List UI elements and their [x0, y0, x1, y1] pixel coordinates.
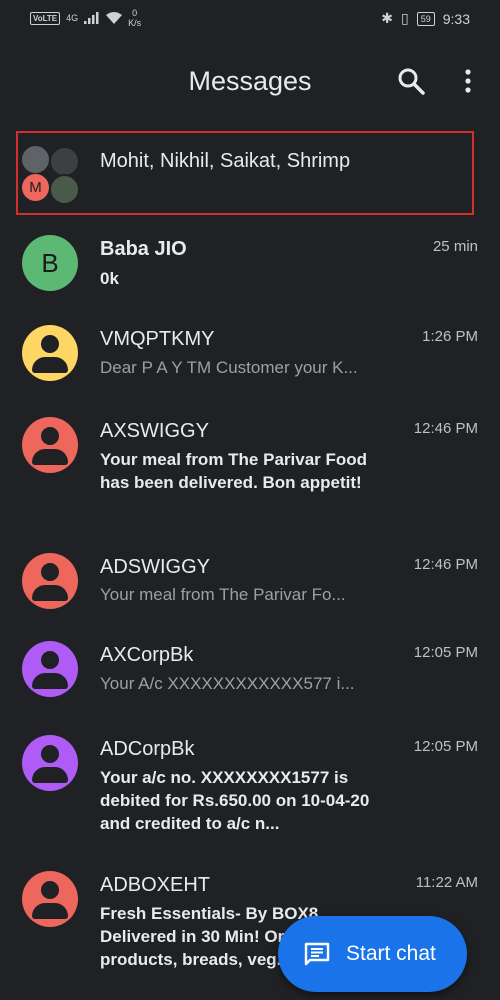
conversation-name: AXCorpBk: [100, 644, 194, 666]
more-vert-icon[interactable]: [458, 66, 478, 96]
person-icon: [41, 651, 59, 669]
status-bar: VoLTE 4G 0 K/s ✱ ▯ 59 9:33: [0, 0, 500, 40]
avatar: [22, 417, 78, 473]
start-chat-button[interactable]: Start chat: [278, 916, 467, 992]
conversation-item[interactable]: B Baba JIO 25 min 0k: [0, 230, 500, 310]
conversation-time: 12:05 PM: [413, 738, 478, 755]
conversation-time: 12:05 PM: [413, 644, 478, 661]
conversation-name: ADBOXEHT: [100, 874, 211, 896]
avatar: [22, 146, 49, 173]
conversation-snippet: Your A/c XXXXXXXXXXXX577 i...: [100, 674, 355, 693]
conversation-snippet: Your meal from The Parivar Fo...: [100, 585, 346, 604]
avatar: [22, 735, 78, 791]
conversation-item[interactable]: AXCorpBk 12:05 PM Your A/c XXXXXXXXXXXX5…: [0, 636, 500, 716]
conversation-time: 1:26 PM: [422, 328, 478, 345]
avatar: [22, 325, 78, 381]
bluetooth-icon: ✱: [381, 10, 394, 26]
conversation-name: ADCorpBk: [100, 738, 195, 760]
conversation-snippet: Your a/c no. XXXXXXXX1577 is debited for…: [100, 768, 370, 833]
app-bar: Messages: [0, 40, 500, 120]
start-chat-label: Start chat: [346, 942, 436, 965]
signal-icon: [84, 12, 99, 24]
network-type: 4G: [66, 13, 79, 23]
conversation-item[interactable]: AXSWIGGY 12:46 PM Your meal from The Par…: [0, 412, 500, 532]
conversation-time: 12:46 PM: [413, 556, 478, 573]
conversation-time: 12:46 PM: [413, 420, 478, 437]
person-icon: [41, 335, 59, 353]
person-icon: [41, 427, 59, 445]
conversation-item[interactable]: ADSWIGGY 12:46 PM Your meal from The Par…: [0, 548, 500, 628]
conversation-time: 11:22 AM: [415, 874, 478, 891]
avatar: [22, 553, 78, 609]
person-icon: [41, 745, 59, 763]
group-avatar: M: [22, 146, 80, 205]
conversation-snippet: 0k: [100, 269, 119, 288]
conversation-item[interactable]: ADCorpBk 12:05 PM Your a/c no. XXXXXXXX1…: [0, 730, 500, 850]
conversation-name: ADSWIGGY: [100, 556, 211, 578]
conversation-item[interactable]: M Mohit, Nikhil, Saikat, Shrimp: [0, 135, 500, 215]
network-speed: 0 K/s: [128, 8, 142, 28]
message-icon: [304, 942, 330, 966]
conversation-item[interactable]: VMQPTKMY 1:26 PM Dear P A Y TM Customer …: [0, 320, 500, 400]
conversation-name: Baba JIO: [100, 238, 187, 260]
person-icon: [41, 881, 59, 899]
conversation-time: 25 min: [432, 238, 478, 255]
avatar: B: [22, 235, 78, 291]
volte-indicator: VoLTE: [30, 11, 61, 25]
avatar: M: [22, 174, 49, 201]
clock: 9:33: [442, 10, 470, 27]
avatar: [49, 174, 80, 205]
conversation-snippet: Your meal from The Parivar Food has been…: [100, 450, 368, 492]
conversation-name: Mohit, Nikhil, Saikat, Shrimp: [100, 150, 351, 172]
search-icon[interactable]: [396, 66, 426, 96]
avatar: [49, 146, 80, 177]
wifi-icon: [106, 12, 123, 24]
vibrate-icon: ▯: [401, 10, 409, 26]
conversation-snippet: Dear P A Y TM Customer your K...: [100, 358, 358, 377]
battery-indicator: 59: [416, 11, 435, 26]
conversation-name: VMQPTKMY: [100, 328, 215, 350]
person-icon: [41, 563, 59, 581]
conversation-name: AXSWIGGY: [100, 420, 209, 442]
avatar: [22, 641, 78, 697]
avatar: [22, 871, 78, 927]
